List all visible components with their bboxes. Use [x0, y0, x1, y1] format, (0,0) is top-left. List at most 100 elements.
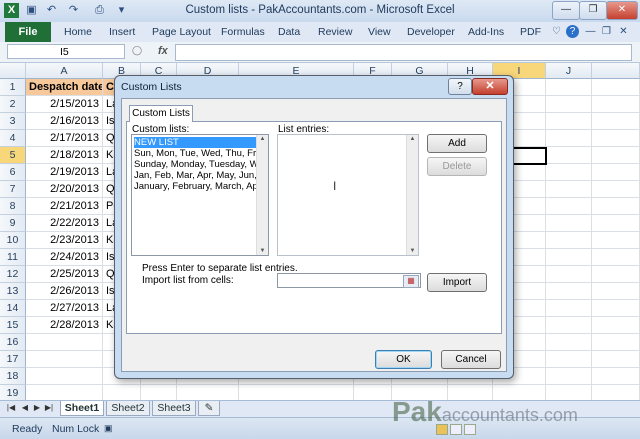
- doc-restore-icon[interactable]: ❐: [600, 25, 613, 38]
- tab-custom-lists[interactable]: Custom Lists: [129, 105, 193, 122]
- row-header[interactable]: 16: [0, 334, 26, 351]
- table-cell[interactable]: [546, 232, 592, 249]
- tab-data[interactable]: Data: [278, 26, 300, 38]
- table-cell[interactable]: [546, 147, 592, 164]
- close-button[interactable]: ✕: [606, 1, 638, 20]
- cell-a[interactable]: 2/17/2013: [26, 130, 103, 147]
- table-cell[interactable]: [546, 113, 592, 130]
- table-cell[interactable]: [592, 283, 640, 300]
- collapse-dialog-icon[interactable]: ▦: [403, 275, 419, 288]
- row-header[interactable]: 12: [0, 266, 26, 283]
- table-cell[interactable]: [592, 249, 640, 266]
- delete-button[interactable]: Delete: [427, 157, 487, 176]
- table-cell[interactable]: [592, 215, 640, 232]
- tab-file[interactable]: File: [5, 22, 51, 42]
- cancel-button[interactable]: Cancel: [441, 350, 501, 369]
- table-cell[interactable]: [592, 368, 640, 385]
- ok-button[interactable]: OK: [375, 350, 432, 369]
- scroll-down-icon[interactable]: ▼: [257, 248, 268, 254]
- import-range-input[interactable]: ▦: [277, 273, 421, 288]
- entries-scrollbar[interactable]: ▲ ▼: [406, 135, 418, 255]
- cell-a[interactable]: 2/20/2013: [26, 181, 103, 198]
- cell-a[interactable]: Despatch date: [26, 79, 103, 96]
- cell-a[interactable]: 2/21/2013: [26, 198, 103, 215]
- row-header[interactable]: 1: [0, 79, 26, 96]
- table-cell[interactable]: [592, 164, 640, 181]
- table-cell[interactable]: [546, 164, 592, 181]
- row-header[interactable]: 10: [0, 232, 26, 249]
- table-cell[interactable]: [592, 334, 640, 351]
- tab-formulas[interactable]: Formulas: [221, 26, 265, 38]
- table-cell[interactable]: [546, 334, 592, 351]
- sheet-tab-sheet1[interactable]: Sheet1: [60, 401, 104, 416]
- list-item[interactable]: Sun, Mon, Tue, Wed, Thu, Fri, S: [134, 148, 256, 159]
- table-cell[interactable]: [546, 198, 592, 215]
- scroll-up-icon[interactable]: ▲: [257, 136, 268, 142]
- list-item-new-list[interactable]: NEW LIST: [134, 137, 256, 148]
- row-header[interactable]: 5: [0, 147, 26, 164]
- list-item[interactable]: Sunday, Monday, Tuesday, Wed: [134, 159, 256, 170]
- cell-a[interactable]: 2/26/2013: [26, 283, 103, 300]
- doc-close-icon[interactable]: ✕: [617, 25, 630, 38]
- cell-a[interactable]: 2/19/2013: [26, 164, 103, 181]
- cell-a[interactable]: 2/23/2013: [26, 232, 103, 249]
- table-cell[interactable]: [592, 198, 640, 215]
- table-cell[interactable]: [592, 181, 640, 198]
- list-item[interactable]: Jan, Feb, Mar, Apr, May, Jun, J: [134, 170, 256, 181]
- row-header[interactable]: 4: [0, 130, 26, 147]
- fx-icon[interactable]: fx: [158, 45, 168, 57]
- row-header[interactable]: 6: [0, 164, 26, 181]
- macro-record-icon[interactable]: ▣: [104, 423, 113, 434]
- table-cell[interactable]: [546, 249, 592, 266]
- cell-a[interactable]: [26, 334, 103, 351]
- last-sheet-icon[interactable]: ▶|: [44, 403, 54, 412]
- table-cell[interactable]: [592, 113, 640, 130]
- row-header[interactable]: 3: [0, 113, 26, 130]
- cell-a[interactable]: 2/25/2013: [26, 266, 103, 283]
- row-header[interactable]: 14: [0, 300, 26, 317]
- row-header[interactable]: 9: [0, 215, 26, 232]
- scroll-down-icon[interactable]: ▼: [407, 248, 418, 254]
- formula-input[interactable]: [175, 44, 632, 61]
- column-header-a[interactable]: A: [26, 63, 103, 79]
- tab-developer[interactable]: Developer: [407, 26, 455, 38]
- table-cell[interactable]: [546, 181, 592, 198]
- table-cell[interactable]: [546, 215, 592, 232]
- cell-a[interactable]: [26, 368, 103, 385]
- row-header[interactable]: 7: [0, 181, 26, 198]
- cell-a[interactable]: 2/27/2013: [26, 300, 103, 317]
- list-entries-textbox[interactable]: ▲ ▼: [277, 134, 419, 256]
- row-header[interactable]: 2: [0, 96, 26, 113]
- minimize-button[interactable]: —: [552, 1, 580, 20]
- dialog-close-button[interactable]: ✕: [472, 78, 508, 95]
- tab-insert[interactable]: Insert: [109, 26, 135, 38]
- tab-add-ins[interactable]: Add-Ins: [468, 26, 504, 38]
- row-header[interactable]: 13: [0, 283, 26, 300]
- cell-a[interactable]: 2/18/2013: [26, 147, 103, 164]
- cell-a[interactable]: 2/22/2013: [26, 215, 103, 232]
- table-cell[interactable]: [592, 147, 640, 164]
- tab-view[interactable]: View: [368, 26, 391, 38]
- cell-a[interactable]: [26, 351, 103, 368]
- tab-home[interactable]: Home: [64, 26, 92, 38]
- table-cell[interactable]: [546, 283, 592, 300]
- row-header[interactable]: 15: [0, 317, 26, 334]
- table-cell[interactable]: [546, 300, 592, 317]
- table-cell[interactable]: [592, 130, 640, 147]
- dialog-help-button[interactable]: ?: [448, 78, 472, 95]
- scroll-up-icon[interactable]: ▲: [407, 136, 418, 142]
- name-box[interactable]: I5: [7, 44, 125, 59]
- cell-a[interactable]: 2/16/2013: [26, 113, 103, 130]
- first-sheet-icon[interactable]: |◀: [6, 403, 16, 412]
- tab-review[interactable]: Review: [318, 26, 352, 38]
- column-header-j[interactable]: J: [546, 63, 592, 79]
- prev-sheet-icon[interactable]: ◀: [20, 403, 30, 412]
- table-cell[interactable]: [546, 266, 592, 283]
- table-cell[interactable]: [592, 79, 640, 96]
- next-sheet-icon[interactable]: ▶: [32, 403, 42, 412]
- cell-a[interactable]: 2/24/2013: [26, 249, 103, 266]
- doc-minimize-icon[interactable]: —: [584, 25, 597, 38]
- row-header[interactable]: 17: [0, 351, 26, 368]
- ribbon-minimize-icon[interactable]: ♡: [550, 25, 563, 38]
- table-cell[interactable]: [546, 317, 592, 334]
